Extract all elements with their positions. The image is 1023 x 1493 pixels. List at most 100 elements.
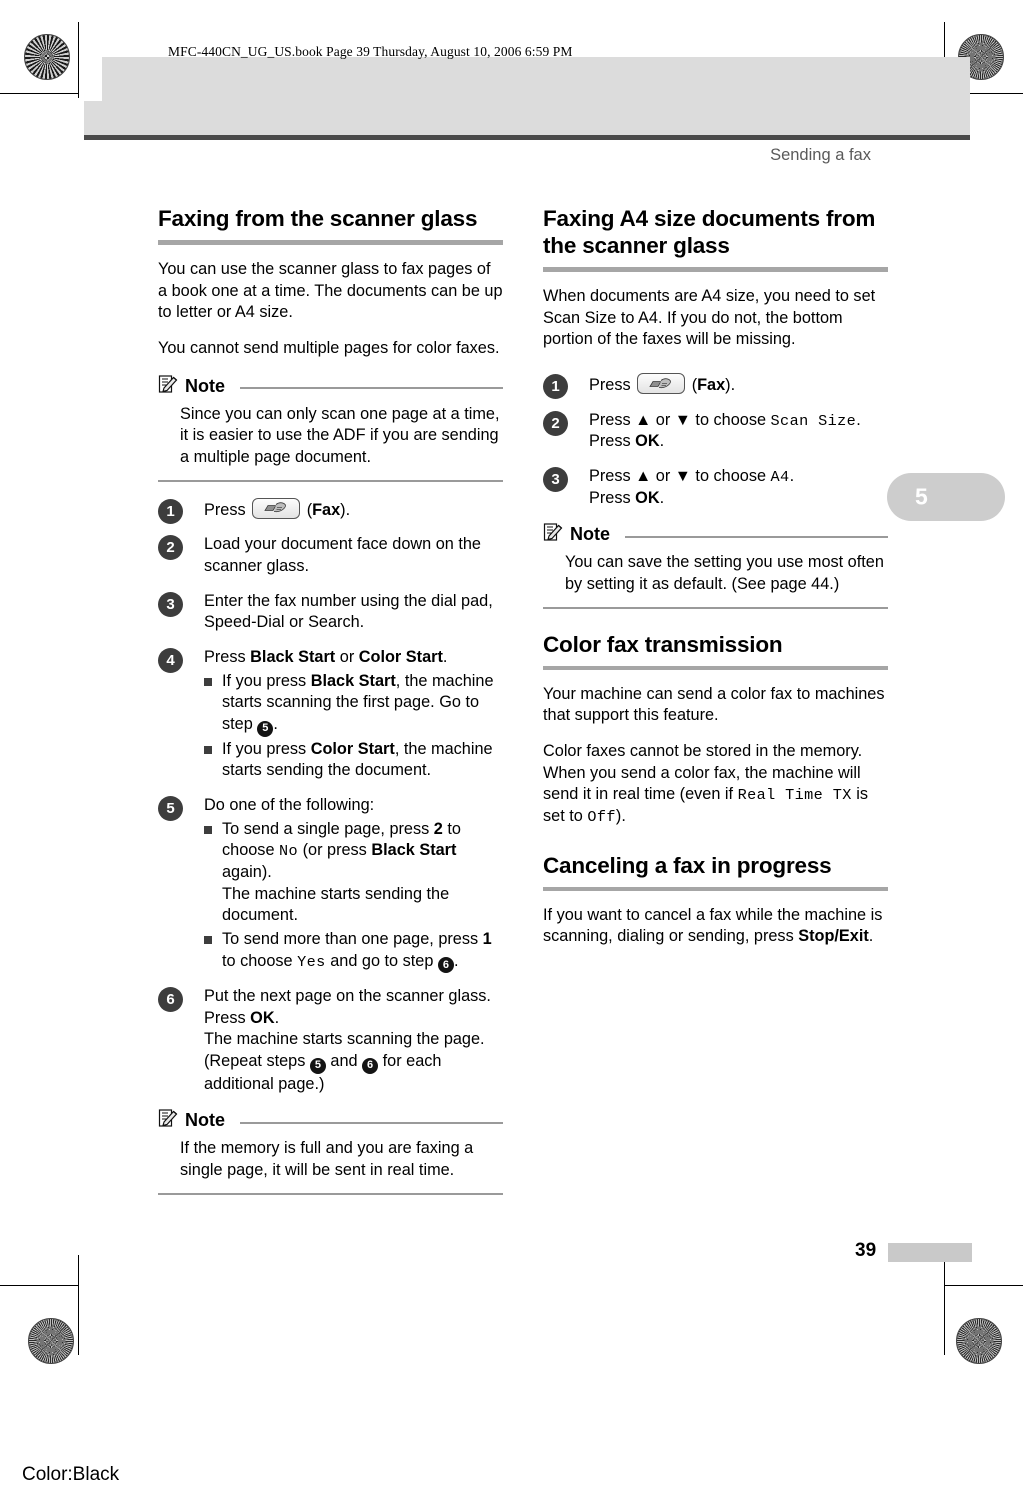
note-bottom-rule (543, 606, 888, 609)
note-bottom-rule (158, 1192, 503, 1195)
page-number-bar (888, 1243, 972, 1262)
note-block-adf: Note Since you can only scan one page at… (158, 374, 503, 482)
t: If you press (222, 671, 311, 690)
note-block-default-setting: Note You can save the setting you use mo… (543, 522, 888, 609)
file-stamp: MFC-440CN_UG_US.book Page 39 Thursday, A… (168, 44, 573, 59)
step-1: 1 Press (Fax). (158, 497, 503, 524)
paragraph-canceling-fax: If you want to cancel a fax while the ma… (543, 905, 888, 948)
t: Press (204, 648, 251, 667)
step-5-bullets: To send a single page, press 2 to choose… (204, 819, 503, 974)
note-title: Note (185, 1110, 225, 1131)
step-4-bullets: If you press Black Start, the machine st… (204, 671, 503, 782)
lcd-value: Scan Size (770, 411, 857, 430)
procedure-steps-scanner-glass: 1 Press (Fax). 2 Load your document face… (158, 497, 503, 1096)
step-3-text: Press ▲ or ▼ to choose A4. Press OK. (589, 467, 794, 507)
note-pencil-icon (158, 1108, 178, 1133)
t: . (868, 927, 874, 946)
heading-rule (158, 240, 503, 245)
step-3: 3 Press ▲ or ▼ to choose A4. Press OK. (543, 466, 888, 509)
step-5-bullet-1: To send a single page, press 2 to choose… (204, 819, 503, 927)
lcd-value: Yes (297, 952, 326, 971)
step-reference-badge: 6 (362, 1057, 379, 1074)
note-pencil-icon (543, 522, 563, 547)
t: to choose (222, 951, 298, 970)
step-reference-badge: 6 (437, 957, 454, 974)
step-number-badge: 4 (158, 648, 183, 674)
step-number-badge: 2 (543, 410, 568, 436)
step-1-text-pre: Press (589, 376, 631, 395)
step-2: 2 Press ▲ or ▼ to choose Scan Size. Press… (543, 410, 888, 453)
registration-mark-bottom-right (904, 1304, 958, 1358)
t: To send more than one page, press (222, 929, 483, 948)
lcd-value: No (279, 842, 299, 861)
t: Put the next page on the scanner glass. … (204, 987, 491, 1027)
step-4-lead: Press Black Start or Color Start. (204, 648, 447, 666)
step-3: 3 Enter the fax number using the dial pa… (158, 591, 503, 634)
section-heading-canceling-fax: Canceling a fax in progress (543, 852, 832, 878)
t: Stop/Exit (798, 927, 869, 946)
paragraph-color-fax-1: Your machine can send a color fax to mac… (543, 684, 885, 725)
t: Press ▲ or ▼ to choose (589, 410, 771, 429)
t: . (659, 432, 665, 451)
step-1: 1 Press (Fax). (543, 373, 888, 400)
note-rule (625, 535, 888, 538)
registration-mark-middle-right (950, 658, 1004, 712)
paragraph-scanner-glass-intro: You can use the scanner glass to fax pag… (158, 260, 503, 322)
chapter-tab: 5 (887, 473, 1005, 521)
registration-starburst-bottom-left (28, 1318, 74, 1364)
t: Press (589, 488, 636, 507)
t: OK (635, 432, 660, 451)
section-heading-faxing-a4: Faxing A4 size documents from the scanne… (543, 206, 876, 258)
t: and go to step (325, 951, 438, 970)
t: Black Start (310, 671, 396, 690)
color-plate-label: Color:Black (22, 1464, 120, 1485)
t: OK (635, 488, 660, 507)
lcd-value: Real Time TX (737, 786, 852, 805)
t: or (335, 648, 359, 667)
step-2-text: Press ▲ or ▼ to choose Scan Size. Press O… (589, 411, 861, 451)
t: ). (615, 807, 626, 826)
heading-rule (543, 665, 888, 670)
note-text: You can save the setting you use most of… (565, 553, 884, 594)
registration-mark-bottom-center (484, 1304, 538, 1358)
t: . (273, 715, 278, 734)
t: 1 (482, 929, 492, 948)
t: (or press (298, 841, 372, 860)
t: If you press (222, 739, 311, 758)
step-reference-badge: 5 (309, 1057, 326, 1074)
t: . (453, 951, 459, 970)
t: Black Start (371, 841, 457, 860)
t: . (442, 648, 448, 667)
step-number-badge: 3 (543, 467, 568, 493)
step-1-text-post: (Fax). (691, 376, 736, 395)
page-header-band (84, 57, 970, 140)
paragraph-color-fax-2: Color faxes cannot be stored in the memo… (543, 741, 888, 828)
note-rule (240, 387, 503, 390)
paragraph-a4-intro: When documents are A4 size, you need to … (543, 287, 876, 349)
step-number-badge: 2 (158, 535, 183, 561)
chapter-tab-number: 5 (915, 483, 928, 510)
step-3-text: Enter the fax number using the dial pad,… (204, 591, 493, 632)
t: again). (222, 862, 272, 881)
t: . (789, 467, 795, 486)
t: . (856, 410, 861, 429)
procedure-steps-a4: 1 Press (Fax). 2 Press ▲ or ▼ to choose … (543, 373, 888, 509)
note-rule (240, 1121, 503, 1124)
step-2: 2 Load your document face down on the sc… (158, 534, 503, 577)
registration-mark-middle-left (28, 658, 82, 712)
step-5-lead: Do one of the following: (204, 795, 375, 814)
step-1-text-pre: Press (204, 500, 246, 519)
t: The machine starts sending the document. (222, 884, 450, 925)
t: 2 (433, 819, 443, 838)
trim-line-bottom-left (0, 1285, 78, 1287)
heading-rule (543, 886, 888, 891)
step-2-text: Load your document face down on the scan… (204, 535, 481, 576)
t: . (659, 488, 665, 507)
t: Black Start (250, 648, 336, 667)
paragraph-color-limit: You cannot send multiple pages for color… (158, 339, 500, 358)
note-block-memory-full: Note If the memory is full and you are f… (158, 1108, 503, 1195)
note-title: Note (185, 375, 225, 396)
trim-line-top (0, 93, 78, 95)
left-column: Faxing from the scanner glass You can us… (158, 205, 503, 1211)
note-text: If the memory is full and you are faxing… (180, 1139, 474, 1179)
